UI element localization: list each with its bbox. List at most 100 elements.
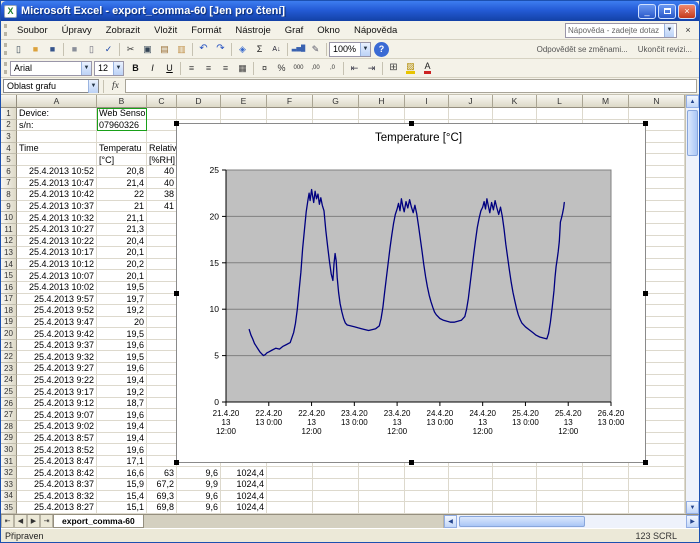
cell-B26[interactable]: 18,7 (97, 398, 147, 410)
row-header-17[interactable]: 17 (1, 294, 17, 306)
cell-D35[interactable]: 9,6 (177, 502, 221, 514)
cell-B25[interactable]: 19,2 (97, 386, 147, 398)
cell-C8[interactable]: 38 (147, 189, 177, 201)
cell-C24[interactable] (147, 375, 177, 387)
cell-A35[interactable]: 25.4.2013 8:27 (17, 502, 97, 514)
cell-C25[interactable] (147, 386, 177, 398)
cell-B13[interactable]: 20,1 (97, 247, 147, 259)
cell-A2[interactable]: s/n: (17, 120, 97, 132)
vertical-scroll-track[interactable] (686, 108, 699, 501)
cell-A13[interactable]: 25.4.2013 10:17 (17, 247, 97, 259)
cell-A17[interactable]: 25.4.2013 9:57 (17, 294, 97, 306)
print-icon[interactable]: ■ (66, 41, 83, 57)
toolbar-grip[interactable] (4, 62, 7, 74)
cell-C29[interactable] (147, 433, 177, 445)
cell-B5[interactable]: [°C] (97, 154, 147, 166)
cell-C31[interactable] (147, 456, 177, 468)
cell-A23[interactable]: 25.4.2013 9:27 (17, 363, 97, 375)
cell-A21[interactable]: 25.4.2013 9:37 (17, 340, 97, 352)
cell-B27[interactable]: 19,6 (97, 409, 147, 421)
cell-C10[interactable] (147, 212, 177, 224)
row-header-18[interactable]: 18 (1, 305, 17, 317)
cell-A22[interactable]: 25.4.2013 9:32 (17, 351, 97, 363)
cell-G32[interactable] (313, 467, 359, 479)
column-header-H[interactable]: H (359, 95, 405, 108)
cell-B9[interactable]: 21 (97, 201, 147, 213)
copy-icon[interactable]: ▣ (139, 41, 156, 57)
cell-C19[interactable] (147, 317, 177, 329)
column-header-E[interactable]: E (221, 95, 267, 108)
cell-E34[interactable]: 1024,4 (221, 491, 267, 503)
cell-I1[interactable] (405, 108, 449, 120)
reply-with-changes-button[interactable]: Odpovědět se změnami... (537, 45, 628, 54)
cell-I33[interactable] (405, 479, 449, 491)
cell-H33[interactable] (359, 479, 405, 491)
cell-A24[interactable]: 25.4.2013 9:22 (17, 375, 97, 387)
column-header-D[interactable]: D (177, 95, 221, 108)
cell-A3[interactable] (17, 131, 97, 143)
cell-A27[interactable]: 25.4.2013 9:07 (17, 409, 97, 421)
chart-selection-handle[interactable] (174, 291, 179, 296)
cell-A9[interactable]: 25.4.2013 10:37 (17, 201, 97, 213)
cell-C33[interactable]: 67,2 (147, 479, 177, 491)
cell-N35[interactable] (629, 502, 685, 514)
cell-A26[interactable]: 25.4.2013 9:12 (17, 398, 97, 410)
cell-N33[interactable] (629, 479, 685, 491)
cell-A31[interactable]: 25.4.2013 8:47 (17, 456, 97, 468)
column-header-N[interactable]: N (629, 95, 685, 108)
chevron-down-icon[interactable]: ▼ (360, 43, 370, 56)
workbook-close-icon[interactable]: × (681, 23, 695, 37)
scroll-left-icon[interactable]: ◀ (444, 515, 457, 528)
cell-B20[interactable]: 19,5 (97, 328, 147, 340)
cell-J35[interactable] (449, 502, 493, 514)
cell-B10[interactable]: 21,1 (97, 212, 147, 224)
cell-A29[interactable]: 25.4.2013 8:57 (17, 433, 97, 445)
vertical-scrollbar[interactable]: ▲ ▼ (685, 95, 699, 514)
cell-B28[interactable]: 19,4 (97, 421, 147, 433)
cell-B21[interactable]: 19,6 (97, 340, 147, 352)
row-header-31[interactable]: 31 (1, 456, 17, 468)
cell-B29[interactable]: 19,4 (97, 433, 147, 445)
cell-C11[interactable] (147, 224, 177, 236)
column-header-F[interactable]: F (267, 95, 313, 108)
cell-A1[interactable]: Device: (17, 108, 97, 120)
cell-B1[interactable]: Web Sensor (97, 108, 147, 120)
scroll-up-icon[interactable]: ▲ (686, 95, 699, 108)
cell-B12[interactable]: 20,4 (97, 236, 147, 248)
autosum-icon[interactable]: Σ (251, 41, 268, 57)
row-header-15[interactable]: 15 (1, 270, 17, 282)
menu-nástroje[interactable]: Nástroje (228, 23, 277, 38)
cell-C27[interactable] (147, 409, 177, 421)
cell-H35[interactable] (359, 502, 405, 514)
row-header-27[interactable]: 27 (1, 409, 17, 421)
cell-C28[interactable] (147, 421, 177, 433)
cell-B22[interactable]: 19,5 (97, 351, 147, 363)
cell-K34[interactable] (493, 491, 537, 503)
cell-A7[interactable]: 25.4.2013 10:47 (17, 178, 97, 190)
cell-B7[interactable]: 21,4 (97, 178, 147, 190)
cell-B4[interactable]: Temperatu (97, 143, 147, 155)
row-header-9[interactable]: 9 (1, 201, 17, 213)
cell-N1[interactable] (629, 108, 685, 120)
formula-input[interactable] (125, 79, 697, 93)
cell-F35[interactable] (267, 502, 313, 514)
row-header-29[interactable]: 29 (1, 433, 17, 445)
cell-A30[interactable]: 25.4.2013 8:52 (17, 444, 97, 456)
cell-C26[interactable] (147, 398, 177, 410)
cell-A18[interactable]: 25.4.2013 9:52 (17, 305, 97, 317)
cell-B35[interactable]: 15,1 (97, 502, 147, 514)
cell-K33[interactable] (493, 479, 537, 491)
column-header-L[interactable]: L (537, 95, 583, 108)
menu-nápověda[interactable]: Nápověda (347, 23, 404, 38)
cell-E32[interactable]: 1024,4 (221, 467, 267, 479)
fill-color-icon[interactable]: ▨ (402, 60, 419, 76)
row-header-23[interactable]: 23 (1, 363, 17, 375)
cell-K32[interactable] (493, 467, 537, 479)
chevron-down-icon[interactable]: ▼ (664, 24, 674, 37)
row-header-32[interactable]: 32 (1, 467, 17, 479)
cell-C2[interactable] (147, 120, 177, 132)
undo-icon[interactable]: ↶ (195, 41, 212, 57)
cell-H32[interactable] (359, 467, 405, 479)
chart-selection-handle[interactable] (643, 460, 648, 465)
cell-C34[interactable]: 69,3 (147, 491, 177, 503)
